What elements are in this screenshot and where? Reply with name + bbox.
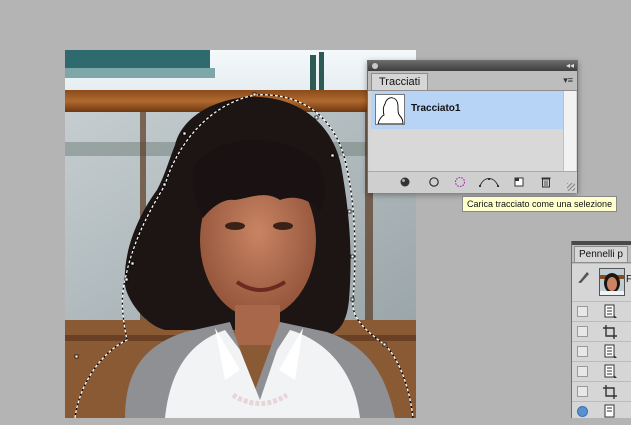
history-state-row[interactable] [572,381,631,401]
document-state-icon [602,344,618,360]
crop-state-icon [602,384,618,400]
panel-titlebar[interactable]: ◂◂ [368,61,577,71]
panel-close-icon[interactable] [372,63,378,69]
tab-paths[interactable]: Tracciati [371,73,429,90]
paths-list: Tracciato1 [371,91,563,183]
delete-path-icon[interactable] [538,175,554,189]
history-state-row[interactable] [572,321,631,341]
stroke-path-icon[interactable] [426,175,442,189]
history-brush-icon[interactable] [577,270,591,284]
history-source-checkbox[interactable] [577,306,588,317]
history-source-checkbox[interactable] [577,406,588,417]
document-state-icon [602,304,618,320]
new-path-icon[interactable] [511,175,527,189]
tab-brushes[interactable]: Pennelli p [574,246,628,262]
panel-menu-icon[interactable]: ▾≡ [563,75,573,85]
document-state-icon [602,364,618,380]
paths-toolbar [368,171,577,193]
snapshot-thumbnail [599,268,625,296]
crop-state-icon [602,324,618,340]
paths-scrollbar[interactable] [563,91,576,171]
fill-path-icon[interactable] [397,175,413,189]
history-source-checkbox[interactable] [577,326,588,337]
history-state-row[interactable] [572,361,631,381]
snapshot-label: F [626,274,631,285]
history-source-checkbox[interactable] [577,346,588,357]
history-snapshot-row[interactable]: F [572,263,631,299]
resize-grip-icon[interactable] [567,183,575,191]
photo-image [65,50,416,418]
path-thumbnail [375,94,405,125]
tooltip: Carica tracciato come una selezione [462,196,618,212]
make-work-path-icon[interactable] [479,175,499,189]
history-state-row[interactable] [572,401,631,421]
panel-collapse-icon[interactable]: ◂◂ [566,61,574,71]
history-tab-row: Pennelli p [572,245,631,263]
history-source-checkbox[interactable] [577,386,588,397]
history-source-checkbox[interactable] [577,366,588,377]
panel-tab-row: Tracciati ▾≡ [368,71,577,91]
path-thumbnail-icon [376,95,404,124]
history-state-row[interactable] [572,341,631,361]
document-canvas[interactable] [65,50,416,418]
path-name: Tracciato1 [411,103,461,114]
paths-panel[interactable]: ◂◂ Tracciati ▾≡ Tracciato1 [367,60,578,193]
load-path-as-selection-icon[interactable] [452,175,468,189]
history-panel[interactable]: Pennelli p F [571,241,631,418]
path-row[interactable]: Tracciato1 [371,91,563,129]
history-state-row[interactable] [572,301,631,321]
